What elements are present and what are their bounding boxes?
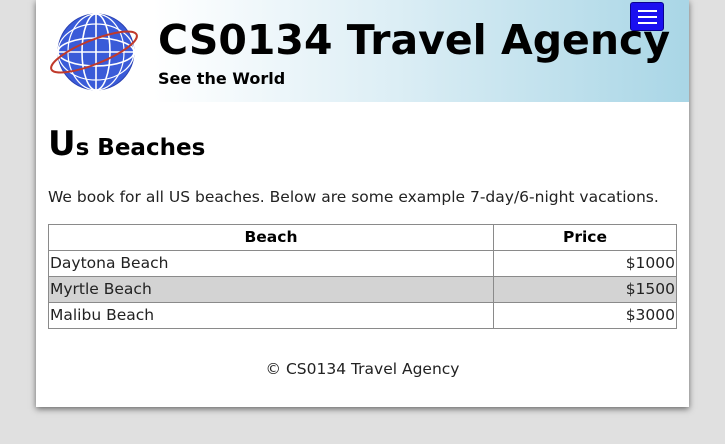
intro-text: We book for all US beaches. Below are so… [48, 188, 659, 206]
page-heading-rest: s Beaches [75, 135, 206, 161]
table-row: Daytona Beach $1000 [48, 250, 677, 277]
footer-copyright: © CS0134 Travel Agency [265, 360, 460, 378]
site-header: CS0134 Travel Agency See the World [36, 0, 689, 102]
hamburger-menu-button[interactable] [630, 2, 664, 31]
table-row: Malibu Beach $3000 [48, 302, 677, 329]
beach-price-table: Beach Price Daytona Beach $1000 Myrtle B… [48, 224, 677, 329]
table-row: Myrtle Beach $1500 [48, 276, 677, 303]
site-tagline: See the World [158, 69, 286, 88]
price-cell: $1500 [493, 276, 677, 303]
page-heading-initial: U [48, 124, 76, 164]
price-cell: $3000 [493, 302, 677, 329]
column-header-price: Price [493, 224, 677, 251]
column-header-beach: Beach [48, 224, 494, 251]
price-cell: $1000 [493, 250, 677, 277]
beach-cell: Myrtle Beach [48, 276, 494, 303]
globe-icon [50, 13, 138, 91]
page-heading: Us Beaches [48, 120, 205, 172]
table-header-row: Beach Price [48, 224, 677, 251]
beach-cell: Daytona Beach [48, 250, 494, 277]
page-container: CS0134 Travel Agency See the World Us Be… [36, 0, 689, 407]
site-title: CS0134 Travel Agency [158, 16, 671, 64]
beach-cell: Malibu Beach [48, 302, 494, 329]
